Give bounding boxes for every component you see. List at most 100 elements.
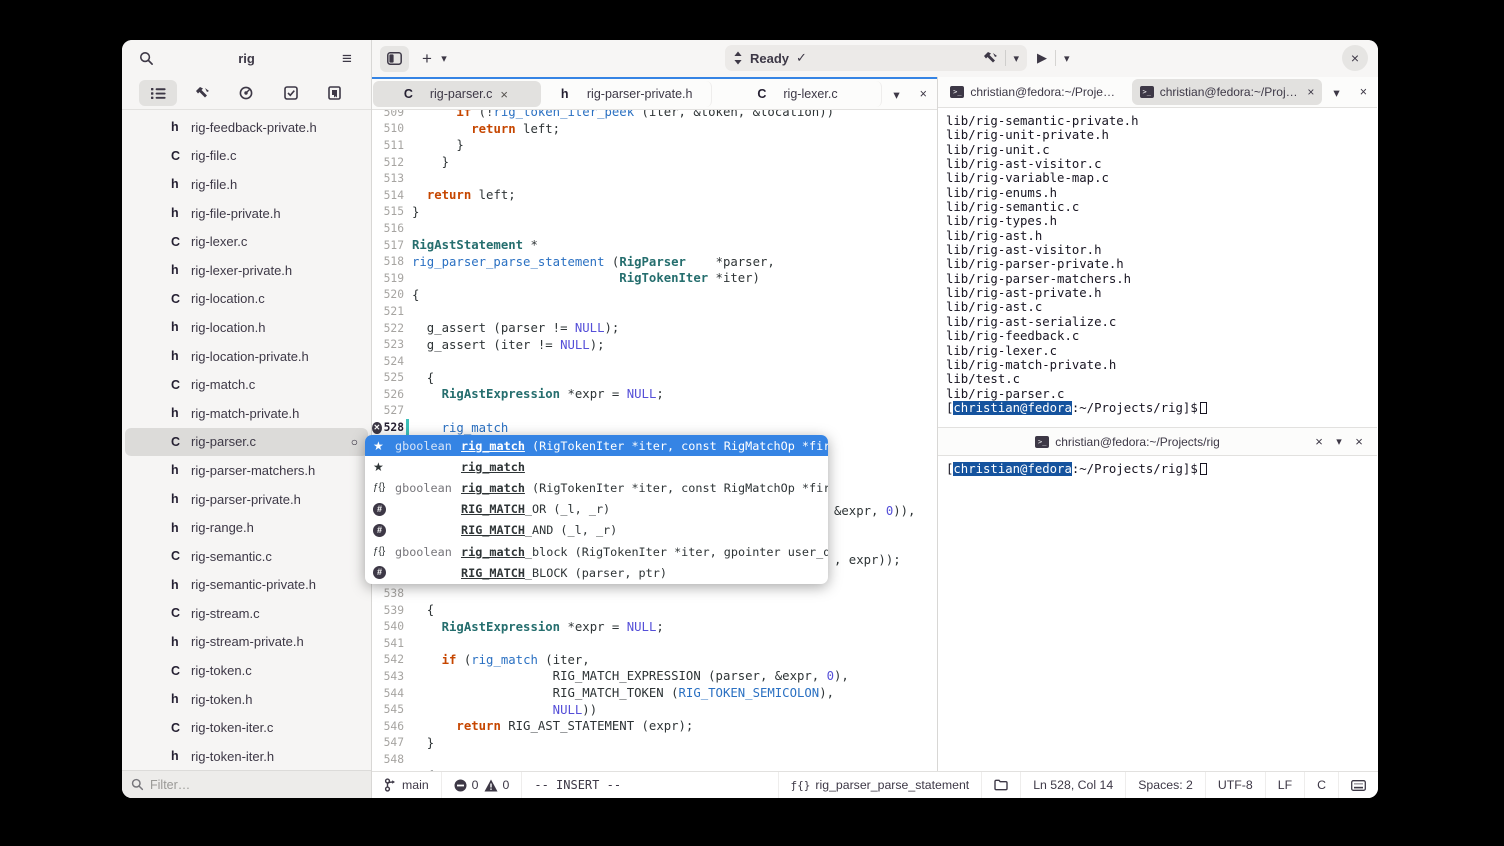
encoding-setting[interactable]: UTF-8 bbox=[1204, 772, 1265, 798]
editor-tab[interactable]: h rig-parser-private.h bbox=[543, 81, 712, 107]
builder-window: rig ≡ h rig-feedback-private.h Crig-file.c… bbox=[122, 40, 1378, 798]
new-tab-button[interactable]: + bbox=[417, 46, 437, 72]
snippet-star-icon: ★ bbox=[373, 438, 384, 453]
file-item[interactable]: h rig-token-iter.h bbox=[125, 742, 368, 770]
terminal-2-close-pane-icon[interactable]: × bbox=[1349, 429, 1369, 455]
function-icon: ƒ{} bbox=[373, 482, 386, 494]
editor-tab[interactable]: Crig-lexer.c bbox=[714, 81, 883, 107]
terminal-tab-list-chevron-icon[interactable]: ▾ bbox=[1323, 77, 1349, 107]
current-symbol[interactable]: ƒ{} rig_parser_parse_statement bbox=[777, 772, 982, 798]
build-icon[interactable] bbox=[183, 80, 221, 106]
filter-search-icon bbox=[131, 778, 144, 791]
editor-tab[interactable]: Crig-parser.c × bbox=[373, 81, 541, 107]
folder-icon bbox=[994, 779, 1008, 791]
file-item[interactable]: Crig-token.c bbox=[125, 656, 368, 685]
diagnostics-counts[interactable]: 0 0 bbox=[442, 772, 523, 798]
terminal-2-header: >_ christian@fedora:~/Projects/rig × ▾ × bbox=[938, 428, 1377, 456]
editor-tab-list-chevron-icon[interactable]: ▾ bbox=[883, 79, 909, 109]
symbol-name: rig_parser_parse_statement bbox=[815, 778, 970, 792]
todo-icon[interactable] bbox=[272, 80, 310, 106]
file-item[interactable]: h rig-lexer-private.h bbox=[125, 256, 368, 285]
file-item[interactable]: h rig-location.h bbox=[125, 313, 368, 342]
code-line: 510 return left; bbox=[383, 121, 561, 136]
build-options-chevron-icon[interactable]: ▾ bbox=[1013, 52, 1019, 65]
completion-item[interactable]: ★ rig_match bbox=[365, 456, 828, 477]
completion-item[interactable]: ★ gboolean rig_match (RigTokenIter *iter, … bbox=[365, 435, 828, 457]
new-tab-chevron-icon[interactable]: ▾ bbox=[437, 46, 451, 72]
file-item[interactable]: Crig-parser.c ○ bbox=[125, 427, 368, 457]
file-item[interactable]: h rig-file-private.h bbox=[125, 199, 368, 228]
completion-item[interactable]: ƒ{} gboolean rig_match (RigTokenIter *iter… bbox=[365, 477, 828, 498]
code-line: 520{ bbox=[383, 287, 420, 302]
terminal-1[interactable]: lib/rig-semantic-private.h lib/rig-unit-p… bbox=[938, 108, 1377, 428]
file-item[interactable]: Crig-semantic.c bbox=[125, 542, 368, 571]
sidebar-panel-tabs bbox=[122, 77, 371, 110]
editor-tabbar: Crig-parser.c × h rig-parser-private.h Crig-… bbox=[372, 79, 937, 110]
completion-item[interactable]: # RIG_MATCH _BLOCK (parser, ptr) bbox=[365, 562, 828, 583]
status-check-icon: ✓ bbox=[796, 50, 807, 65]
filter-input[interactable]: Filter… bbox=[122, 770, 371, 798]
language-setting[interactable]: C bbox=[1304, 772, 1338, 798]
terminal-icon: >_ bbox=[1035, 435, 1050, 448]
file-item[interactable]: h rig-match-private.h bbox=[125, 399, 368, 428]
code-line: 517 RigAstStatement * bbox=[383, 238, 538, 253]
code-line: 549 { bbox=[372, 768, 937, 771]
omnibar[interactable]: Ready ✓ ▾ bbox=[725, 45, 1027, 71]
terminal-2-close-tab-icon[interactable]: × bbox=[1309, 429, 1329, 455]
completion-item[interactable]: ƒ{} gboolean rig_match _block (RigTokenIter… bbox=[365, 541, 828, 562]
tab-close-icon[interactable]: × bbox=[498, 87, 510, 102]
file-item[interactable]: h rig-feedback-private.h bbox=[125, 113, 368, 142]
code-line: 546 return RIG_AST_STATEMENT (expr); bbox=[383, 719, 694, 734]
project-folder-button[interactable] bbox=[981, 772, 1020, 798]
terminal-pane: >_christian@fedora:~/Projects/rig>_chris… bbox=[938, 77, 1377, 771]
file-item[interactable]: h rig-token.h bbox=[125, 685, 368, 714]
code-line: 521 bbox=[383, 304, 404, 318]
toggle-panel-icon[interactable] bbox=[380, 45, 409, 72]
file-list: h rig-feedback-private.h Crig-file.c h rig-f… bbox=[122, 110, 371, 770]
code-line: 518 rig_parser_parse_statement (RigParser… bbox=[383, 254, 775, 269]
file-item[interactable]: h rig-file.h bbox=[125, 170, 368, 199]
vim-mode: -- INSERT -- bbox=[534, 778, 622, 792]
project-tree-icon[interactable] bbox=[139, 80, 178, 106]
file-item[interactable]: Crig-token-iter.c bbox=[125, 713, 368, 742]
file-item[interactable]: h rig-stream-private.h bbox=[125, 628, 368, 657]
run-options-chevron-icon[interactable]: ▾ bbox=[1064, 52, 1070, 65]
search-icon[interactable] bbox=[132, 46, 160, 72]
file-item[interactable]: h rig-parser-private.h bbox=[125, 485, 368, 514]
menu-icon[interactable]: ≡ bbox=[333, 46, 361, 72]
file-item[interactable]: h rig-parser-matchers.h bbox=[125, 456, 368, 485]
editor-tabbar-close-icon[interactable]: × bbox=[910, 79, 937, 109]
editor-pane: Crig-parser.c × h rig-parser-private.h Crig-… bbox=[372, 77, 938, 771]
code-line: 539 { bbox=[383, 603, 435, 618]
file-item[interactable]: h rig-location-private.h bbox=[125, 342, 368, 371]
keyboard-toggle[interactable] bbox=[1338, 772, 1378, 798]
function-icon: ƒ{} bbox=[790, 778, 811, 792]
file-item[interactable]: h rig-range.h bbox=[125, 513, 368, 542]
terminal-tabbar-close-icon[interactable]: × bbox=[1350, 77, 1377, 107]
file-item[interactable]: Crig-match.c bbox=[125, 370, 368, 399]
line-ending-setting[interactable]: LF bbox=[1264, 772, 1304, 798]
terminal-2[interactable]: [christian@fedora:~/Projects/rig]$ bbox=[938, 456, 1377, 771]
file-item[interactable]: Crig-location.c bbox=[125, 285, 368, 314]
diagnostics-icon[interactable] bbox=[227, 80, 265, 106]
file-item[interactable]: Crig-file.c bbox=[125, 142, 368, 171]
function-icon: ƒ{} bbox=[373, 546, 386, 558]
terminal-2-chevron-icon[interactable]: ▾ bbox=[1329, 429, 1349, 455]
cursor-position[interactable]: Ln 528, Col 14 bbox=[1020, 772, 1125, 798]
terminal-tab[interactable]: >_ christian@fedora:~/Projects × bbox=[1131, 79, 1323, 105]
file-item[interactable]: Crig-lexer.c bbox=[125, 227, 368, 256]
completion-item[interactable]: # RIG_MATCH _AND (_l, _r) bbox=[365, 520, 828, 541]
branch-indicator[interactable]: main bbox=[372, 772, 442, 798]
indent-setting[interactable]: Spaces: 2 bbox=[1125, 772, 1205, 798]
file-item[interactable]: h rig-semantic-private.h bbox=[125, 571, 368, 600]
hammer-icon bbox=[984, 52, 998, 63]
terminal-tab[interactable]: >_christian@fedora:~/Projects/rig bbox=[939, 79, 1130, 105]
code-line: 543 RIG_MATCH_EXPRESSION (parser, &expr,… bbox=[383, 669, 849, 684]
run-button[interactable]: ▶ bbox=[1037, 50, 1047, 66]
tab-close-icon[interactable]: × bbox=[1307, 85, 1314, 99]
completion-item[interactable]: # RIG_MATCH _OR (_l, _r) bbox=[365, 499, 828, 520]
build-button[interactable] bbox=[982, 51, 998, 65]
file-item[interactable]: Crig-stream.c bbox=[125, 599, 368, 628]
bookmarks-icon[interactable] bbox=[316, 80, 354, 106]
window-close-button[interactable]: × bbox=[1342, 45, 1368, 71]
